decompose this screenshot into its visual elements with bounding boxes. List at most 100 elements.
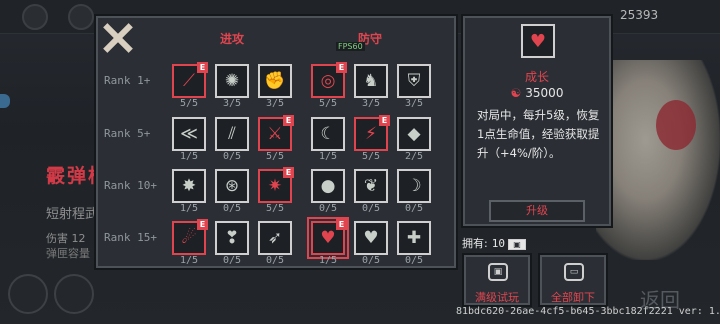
talent-slot-boot[interactable]: ⚡ E 5/5 [354, 115, 390, 162]
close-icon[interactable] [102, 22, 132, 52]
talent-slot-frame[interactable]: ☽ [397, 169, 431, 203]
talent-level-count: 1/5 [179, 151, 199, 162]
version-string: 81bdc620-26ae-4cf5-b645-3bbc182f2221 ver… [456, 306, 720, 317]
talent-slot-crystal[interactable]: ◆ 2/5 [397, 117, 433, 162]
talent-level-count: 3/5 [265, 98, 285, 109]
talent-slot-frame[interactable]: ✚ [397, 221, 431, 255]
talent-slot-target-shield[interactable]: ◎ E 5/5 [311, 62, 347, 109]
talent-slot-plus-heart[interactable]: ✚ 0/5 [397, 221, 433, 266]
crystal-icon: ◆ [407, 124, 421, 144]
talent-slot-frame[interactable]: ❣ [215, 221, 249, 255]
talent-level-count: 0/5 [361, 203, 381, 214]
unequip-all-label: 全部卸下 [551, 291, 595, 304]
talent-level-count: 5/5 [179, 98, 199, 109]
talent-slot-shield-eye[interactable]: ⛨ 3/5 [397, 64, 433, 109]
talent-slot-frame[interactable]: ⛨ [397, 64, 431, 98]
talent-slot-frame[interactable]: ♥ E [307, 217, 349, 259]
talent-description: 对局中，每升5级，恢复1点生命值，经验获取提升（+4%/阶）。 [477, 108, 600, 160]
bottom-circle-button[interactable] [54, 274, 94, 314]
bottom-icons [0, 270, 140, 324]
talent-name: 成长 [524, 70, 549, 84]
talent-slot-frame[interactable]: ● [311, 169, 345, 203]
talent-slot-heart-cross[interactable]: ♥ E 1/5 [307, 217, 349, 266]
talent-slot-slash[interactable]: ⟋ E 5/5 [172, 62, 208, 109]
talent-slot-arrows[interactable]: ➶ 0/5 [258, 221, 294, 266]
shield-eye-icon: ⛨ [407, 71, 421, 91]
talent-level-count: 2/5 [404, 151, 424, 162]
talent-level-count: 3/5 [361, 98, 381, 109]
bottom-circle-button[interactable] [8, 274, 48, 314]
unequip-all-button[interactable]: ▭ 全部卸下 [540, 255, 606, 305]
talent-slot-winged-heart[interactable]: ♥ 0/5 [354, 221, 390, 266]
muscle-icon: ♞ [363, 71, 379, 91]
talent-slot-frame[interactable]: ◆ [397, 117, 431, 151]
hearts-icon: ❦ [363, 176, 379, 196]
talent-level-count: 1/5 [179, 203, 199, 214]
claws-icon: ⫽ [228, 124, 236, 144]
talent-slot-scythe[interactable]: ☽ 0/5 [397, 169, 433, 214]
rank-label: Rank 10+ [104, 179, 157, 192]
talent-slot-chevrons[interactable]: ≪ 1/5 [172, 117, 208, 162]
talent-level-count: 1/5 [318, 151, 338, 162]
talent-slot-fist[interactable]: ✊ 3/5 [258, 64, 294, 109]
weapon-stat: 伤害 12 [46, 232, 86, 245]
talent-slot-frame[interactable]: ✸ [172, 169, 206, 203]
upgrade-button[interactable]: 升级 [489, 200, 585, 222]
talent-detail-panel: ♥ 成长 ☯ 35000 对局中，每升5级，恢复1点生命值，经验获取提升（+4%/… [463, 16, 611, 226]
talent-slot-meteor[interactable]: ☄ E 1/5 [172, 219, 208, 266]
talent-slot-frame[interactable]: ☄ E [172, 219, 208, 255]
arrows-icon: ➶ [267, 228, 283, 248]
bomb-icon: ✸ [181, 176, 197, 196]
winged-heart-icon: ♥ [363, 228, 379, 248]
avatar[interactable] [68, 4, 94, 30]
talent-slot-frame[interactable]: ⊛ [215, 169, 249, 203]
avatar[interactable] [22, 4, 48, 30]
talent-level-count: 0/5 [265, 255, 285, 266]
talent-slot-frame[interactable]: ✊ [258, 64, 292, 98]
talent-slot-muscle[interactable]: ♞ 3/5 [354, 64, 390, 109]
talent-slot-frame[interactable]: ◎ E [311, 62, 347, 98]
talent-level-count: 0/5 [222, 151, 242, 162]
talent-slot-frame[interactable]: ⚡ E [354, 115, 390, 151]
talent-slot-orb[interactable]: ● 0/5 [311, 169, 347, 214]
rank-label: Rank 1+ [104, 74, 151, 87]
talent-slot-frame[interactable]: ☾ [311, 117, 345, 151]
talent-slot-twin-blades[interactable]: ⚔ E 5/5 [258, 115, 294, 162]
talent-slot-rune-circle[interactable]: ⊛ 0/5 [215, 169, 251, 214]
talent-slot-frame[interactable]: ❦ [354, 169, 388, 203]
rune-circle-icon: ⊛ [224, 176, 240, 196]
chevrons-icon: ≪ [180, 124, 198, 144]
talent-level-count: 3/5 [222, 98, 242, 109]
talent-level-count: 0/5 [222, 203, 242, 214]
talent-slot-frame[interactable]: ⫽ [215, 117, 249, 151]
talent-slot-frame[interactable]: ≪ [172, 117, 206, 151]
rank-label: Rank 15+ [104, 231, 157, 244]
talent-slot-claws[interactable]: ⫽ 0/5 [215, 117, 251, 162]
talent-level-count: 0/5 [404, 203, 424, 214]
talent-slot-frame[interactable]: ⚔ E [258, 115, 294, 151]
swirl-icon: ✺ [224, 71, 240, 91]
equipped-badge: E [197, 219, 208, 230]
talent-slot-frame[interactable]: ⟋ E [172, 62, 208, 98]
talent-slot-heart-beast[interactable]: ❣ 0/5 [215, 221, 251, 266]
talent-level-count: 5/5 [265, 203, 285, 214]
talent-slot-frame[interactable]: ✷ E [258, 167, 294, 203]
equipped-badge: E [379, 115, 390, 126]
heart-beast-icon: ❣ [224, 228, 240, 248]
talent-slot-moon[interactable]: ☾ 1/5 [311, 117, 347, 162]
plus-heart-icon: ✚ [406, 228, 422, 248]
max-level-trial-button[interactable]: ▣ 满级试玩 [464, 255, 530, 305]
talent-slot-frame[interactable]: ♞ [354, 64, 388, 98]
rank-label: Rank 5+ [104, 127, 151, 140]
talent-slot-hearts[interactable]: ❦ 0/5 [354, 169, 390, 214]
talent-slot-frame[interactable]: ♥ [354, 221, 388, 255]
talent-slot-bomb[interactable]: ✸ 1/5 [172, 169, 208, 214]
talent-level-count: 5/5 [265, 151, 285, 162]
owned-count: 拥有: 10 ▣ [462, 235, 526, 251]
talent-slot-frame[interactable]: ✺ [215, 64, 249, 98]
fist-icon: ✊ [264, 71, 286, 91]
talent-slot-burst[interactable]: ✷ E 5/5 [258, 167, 294, 214]
talent-slot-swirl[interactable]: ✺ 3/5 [215, 64, 251, 109]
equipped-badge: E [336, 219, 347, 230]
talent-slot-frame[interactable]: ➶ [258, 221, 292, 255]
